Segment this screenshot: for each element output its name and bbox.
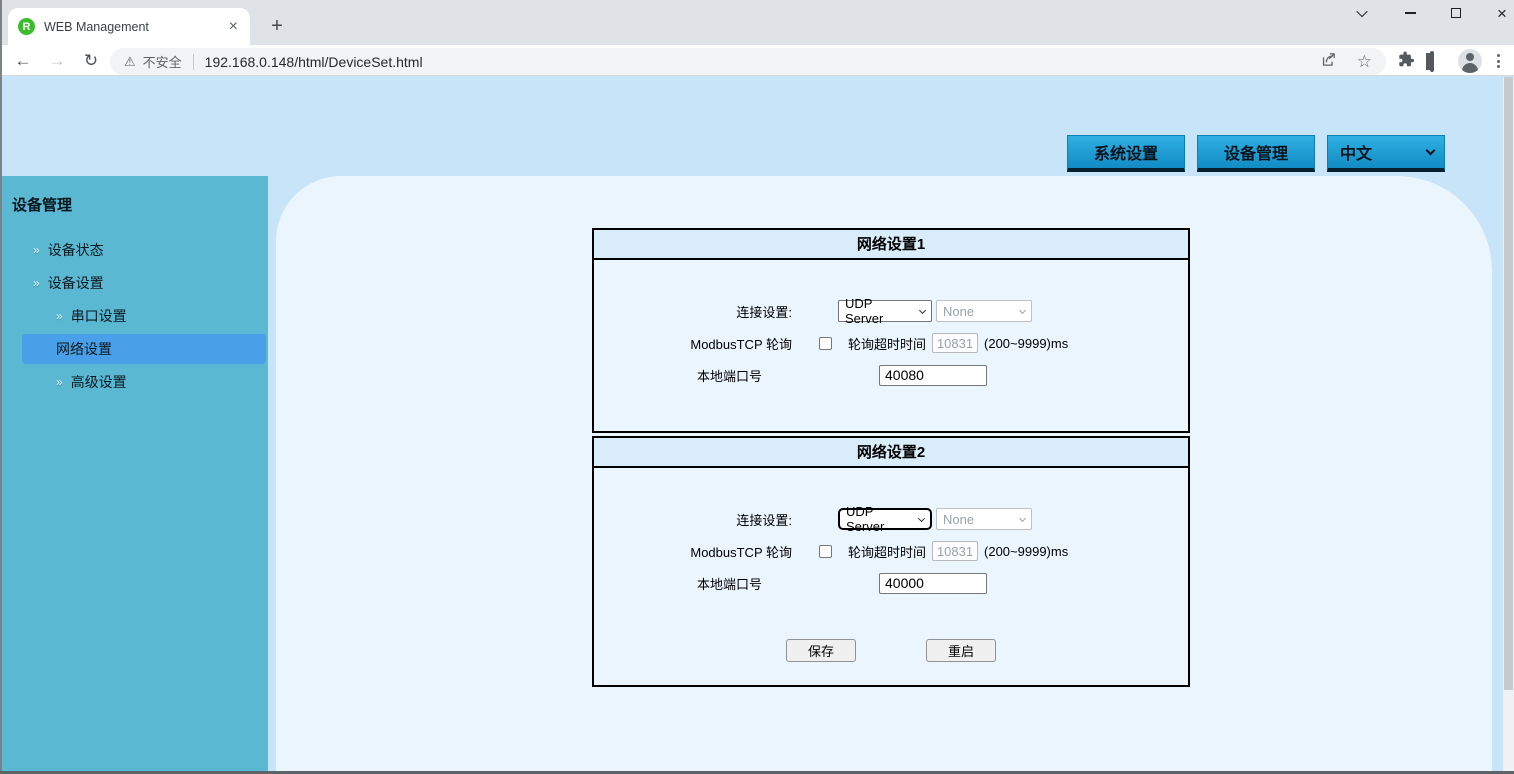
- sidebar-item-label: 网络设置: [56, 341, 112, 357]
- sidebar-item-label: 设备状态: [47, 242, 104, 258]
- back-button[interactable]: ←: [10, 48, 36, 74]
- modbus-label: ModbusTCP 轮询: [690, 336, 792, 352]
- arrow-icon: »: [56, 375, 63, 389]
- window-minimize-button[interactable]: [1400, 4, 1420, 22]
- port-label: 本地端口号: [696, 576, 762, 592]
- sidebar-item-advanced-settings[interactable]: » 高级设置: [56, 367, 127, 397]
- bookmark-star-icon[interactable]: ☆: [1357, 52, 1372, 72]
- site-favicon-icon: R: [18, 18, 35, 35]
- secondary-connection-value: None: [943, 511, 975, 527]
- timeout-input: [932, 333, 979, 353]
- browser-titlebar: R WEB Management × + ×: [0, 0, 1514, 45]
- page-scrollbar[interactable]: [1503, 77, 1514, 774]
- sidebar-item-label: 高级设置: [70, 374, 127, 390]
- window-close-button[interactable]: ×: [1492, 4, 1512, 22]
- connection-type-value: UDP Server: [845, 296, 884, 326]
- new-tab-button[interactable]: +: [264, 13, 290, 39]
- sidebar-item-device-settings[interactable]: » 设备设置: [33, 268, 104, 298]
- browser-menu-icon[interactable]: [1497, 50, 1500, 68]
- save-button[interactable]: 保存: [786, 639, 856, 662]
- chevron-down-icon: [1425, 145, 1436, 156]
- connection-label: 连接设置:: [736, 512, 792, 528]
- sidebar: 设备管理 » 设备状态 » 设备设置 » 串口设置 网络设置 » 高级设置: [0, 176, 268, 774]
- port-label: 本地端口号: [696, 368, 762, 384]
- timeout-label: 轮询超时时间: [848, 336, 927, 352]
- device-management-button[interactable]: 设备管理: [1197, 135, 1315, 172]
- secondary-connection-select: None: [936, 300, 1032, 322]
- reload-button[interactable]: ↻: [78, 48, 104, 74]
- modbus-label: ModbusTCP 轮询: [690, 544, 792, 560]
- timeout-label: 轮询超时时间: [848, 544, 927, 560]
- timeout-range: (200~9999)ms: [984, 543, 1069, 559]
- content-panel: 网络设置1 连接设置: UDP Server None ModbusTCP 轮询: [276, 176, 1492, 774]
- system-settings-label: 系统设置: [1093, 146, 1158, 163]
- tab-title: WEB Management: [44, 19, 149, 34]
- not-secure-warning-icon: ⚠: [124, 53, 136, 69]
- language-select-value: 中文: [1340, 146, 1373, 163]
- address-bar[interactable]: ⚠ 不安全 192.168.0.148/html/DeviceSet.html …: [110, 48, 1386, 75]
- action-buttons-row: 保存 重启: [594, 639, 1188, 662]
- extensions-puzzle-icon[interactable]: [1396, 50, 1415, 74]
- restart-button[interactable]: 重启: [926, 639, 996, 662]
- web-page: 系统设置 设备管理 中文 设备管理 » 设备状态 » 设备设置 » 串口设置 网…: [0, 77, 1503, 774]
- modbus-row: ModbusTCP 轮询 轮询超时时间 (200~9999)ms: [594, 539, 1188, 563]
- system-settings-button[interactable]: 系统设置: [1067, 135, 1185, 172]
- side-panel-icon[interactable]: [1426, 51, 1434, 72]
- local-port-input[interactable]: [879, 572, 987, 594]
- device-management-label: 设备管理: [1223, 146, 1288, 163]
- browser-toolbar: ← → ↻ ⚠ 不安全 192.168.0.148/html/DeviceSet…: [0, 45, 1514, 76]
- security-label[interactable]: 不安全: [143, 52, 182, 71]
- network-settings-1-box: 网络设置1 连接设置: UDP Server None ModbusTCP 轮询: [592, 228, 1190, 433]
- connection-label: 连接设置:: [736, 304, 792, 320]
- sidebar-item-label: 串口设置: [70, 308, 127, 324]
- modbus-row: ModbusTCP 轮询 轮询超时时间 (200~9999)ms: [594, 331, 1188, 355]
- network-settings-2-box: 网络设置2 连接设置: UDP Server None ModbusTCP 轮询: [592, 436, 1190, 687]
- timeout-input: [932, 541, 979, 561]
- window-frame-left: [0, 0, 2, 774]
- chevron-down-icon: [918, 306, 927, 314]
- connection-row: 连接设置: UDP Server None: [594, 504, 1188, 534]
- forward-button: →: [48, 51, 66, 70]
- sidebar-item-network-settings[interactable]: 网络设置: [22, 334, 266, 364]
- arrow-icon: »: [56, 309, 63, 323]
- arrow-icon: »: [33, 276, 40, 290]
- url-divider: [192, 53, 194, 70]
- connection-type-select[interactable]: UDP Server: [838, 296, 932, 326]
- chevron-down-icon: [1018, 514, 1027, 522]
- chevron-down-icon: [918, 514, 926, 522]
- arrow-icon: »: [33, 243, 40, 257]
- connection-row: 连接设置: UDP Server None: [594, 296, 1188, 326]
- browser-tab[interactable]: R WEB Management ×: [8, 8, 250, 45]
- local-port-input[interactable]: [879, 364, 987, 386]
- modbus-polling-checkbox[interactable]: [819, 336, 832, 350]
- share-icon[interactable]: [1320, 51, 1337, 73]
- secondary-connection-value: None: [943, 303, 975, 319]
- modbus-polling-checkbox[interactable]: [819, 544, 832, 558]
- language-select[interactable]: 中文: [1327, 135, 1445, 172]
- tab-close-icon[interactable]: ×: [227, 18, 240, 36]
- port-row: 本地端口号: [594, 363, 1188, 387]
- window-maximize-button[interactable]: [1446, 4, 1466, 22]
- profile-avatar[interactable]: [1458, 49, 1482, 73]
- sidebar-item-device-status[interactable]: » 设备状态: [33, 235, 104, 265]
- port-row: 本地端口号: [594, 571, 1188, 595]
- sidebar-item-serial-settings[interactable]: » 串口设置: [56, 301, 127, 331]
- secondary-connection-select: None: [936, 508, 1032, 530]
- box-title: 网络设置1: [594, 230, 1188, 260]
- timeout-range: (200~9999)ms: [984, 335, 1069, 351]
- tab-search-icon[interactable]: [1352, 4, 1372, 22]
- chevron-down-icon: [1018, 306, 1027, 314]
- sidebar-title: 设备管理: [12, 197, 73, 214]
- connection-type-select[interactable]: UDP Server: [838, 504, 932, 534]
- connection-type-value: UDP Server: [846, 504, 885, 534]
- scrollbar-thumb[interactable]: [1504, 77, 1513, 691]
- url-text[interactable]: 192.168.0.148/html/DeviceSet.html: [205, 54, 423, 70]
- box-title: 网络设置2: [594, 438, 1188, 468]
- sidebar-item-label: 设备设置: [47, 275, 104, 291]
